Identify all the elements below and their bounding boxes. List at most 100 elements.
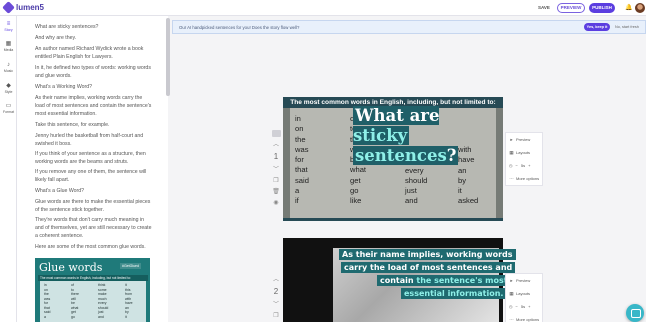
scene-word: go [350,186,359,196]
scene-preview-button[interactable]: ▸ Preview [506,274,542,287]
scene-select-checkbox[interactable] [271,130,281,137]
notice-text: Our AI handpicked sentences for you! Doe… [179,25,300,30]
layouts-icon: ▦ [509,290,514,296]
story-paragraph[interactable]: They're words that don't carry much mean… [35,216,153,241]
story-paragraph[interactable]: Take this sentence, for example. [35,121,153,129]
story-paragraph[interactable]: Glue words are there to make the essenti… [35,198,153,214]
scene-2-controls: ︿ 2 ﹀ ❐ [270,276,282,322]
headline-text: What are [355,106,440,125]
glue-word-column: think some make much every should just a… [98,283,108,319]
decrease-duration-icon[interactable]: − [516,304,518,309]
sidebar-item-label: Media [3,48,14,52]
scene-word: on [295,124,304,134]
lumen5-logo[interactable]: lumen5 [2,1,45,14]
story-paragraph[interactable]: Jenny hurled the basketball from half-co… [35,132,153,148]
move-up-icon[interactable]: ︿ [270,141,282,149]
duplicate-icon[interactable]: ❐ [270,177,282,185]
glue-word: make [98,292,107,296]
save-button[interactable]: SAVE [538,5,550,10]
preview-button[interactable]: PREVIEW [557,3,585,13]
scene-number: 2 [273,287,279,296]
scene-more-options-button[interactable]: ⋯ More options [506,313,542,322]
notification-bell-icon[interactable]: 🔔 [625,4,632,11]
glue-card-badge: #GetGlued [120,263,141,269]
move-down-icon[interactable]: ﹀ [270,166,282,174]
sidebar-item-format[interactable]: ▭ Format [0,103,17,114]
scene-duration-stepper[interactable]: ◷ − 5s + [506,159,542,172]
glue-word-column: of to there will be what get go [71,283,79,319]
music-icon: ♪ [7,62,10,68]
duration-value: 5s [520,304,526,309]
glue-word: go [71,314,75,319]
sidebar-item-story[interactable]: ≡ Story [0,21,17,32]
headline-highlight: sentences [355,146,447,165]
glue-word: have [125,301,133,305]
increase-duration-icon[interactable]: + [528,304,530,309]
scene-word: for [295,155,304,165]
move-down-icon[interactable]: ﹀ [270,301,282,309]
duration-value: 5s [520,163,526,168]
story-paragraph[interactable]: In it, he defined two types of words: wo… [35,64,153,80]
duplicate-icon[interactable]: ❐ [270,312,282,320]
decrease-duration-icon[interactable]: − [516,163,518,168]
chat-support-button[interactable] [626,304,644,322]
scene-layouts-button[interactable]: ▦ Layouts [506,287,542,300]
story-paragraph[interactable]: What are sticky sentences? [35,23,153,31]
scene-preview-button[interactable]: ▸ Preview [506,133,542,146]
story-paragraph[interactable]: If you remove any one of them, the sente… [35,168,153,184]
move-up-icon[interactable]: ︿ [270,276,282,284]
scene-word: asked [458,196,479,206]
scene-word: like [350,196,362,206]
scene-1-controls: ︿ 1 ﹀ ❐ 🗑 ◉ [270,130,282,210]
scene-word: get [350,175,361,185]
story-paragraph[interactable]: What's a Glue Word? [35,187,153,195]
publish-button[interactable]: PUBLISH [589,3,615,13]
keep-it-button[interactable]: Yes, keep it [584,23,610,31]
sidebar-item-label: Story [4,28,13,32]
sidebar-item-music[interactable]: ♪ Music [0,62,17,73]
sidebar-item-style[interactable]: ◆ Style [0,83,17,94]
scene-number: 1 [273,152,279,161]
increase-duration-icon[interactable]: + [528,163,530,168]
headline-highlight: sticky [353,126,408,145]
avatar[interactable] [635,3,645,13]
story-paragraph[interactable]: As their name implies, working words car… [35,94,153,119]
menu-label: More options [516,176,540,181]
sidebar-item-label: Style [4,90,13,94]
hide-scene-icon[interactable]: ◉ [270,199,282,207]
scene-word: it [458,186,462,196]
scene-duration-stepper[interactable]: ◷ − 5s + [506,300,542,313]
scene-more-options-button[interactable]: ⋯ More options [506,172,542,185]
scene-2-canvas[interactable]: As their name implies, working words car… [283,238,516,322]
sidebar-item-label: Format [2,110,15,114]
scene-layouts-button[interactable]: ▦ Layouts [506,146,542,159]
start-fresh-button[interactable]: No, start fresh [615,25,639,29]
glue-word-column: it this from with have an by it [125,283,133,319]
sidebar-item-label: Music [3,69,14,73]
menu-label: Preview [516,137,531,142]
menu-label: Preview [516,278,531,283]
story-paragraph[interactable]: Here are some of the most common glue wo… [35,243,153,251]
scene-word: a [295,186,300,196]
scene-1-footer-strip [283,218,503,221]
glue-word: said [44,310,51,314]
scene-1-canvas[interactable]: The most common words in English, includ… [283,97,503,221]
story-scrollbar[interactable] [166,18,170,96]
sidebar-item-media[interactable]: ▦ Media [0,41,17,52]
play-icon: ▸ [510,277,513,283]
scene-2-highlight: the sentence's most [416,276,508,285]
menu-label: Layouts [516,150,531,155]
app-name: lumen5 [16,3,45,12]
story-paragraph[interactable]: What's a Working Word? [35,83,153,91]
story-paragraph[interactable]: An author named Richard Wydick wrote a b… [35,45,153,61]
delete-icon[interactable]: 🗑 [270,188,282,196]
scene-2-text-line: carry the load of most sentences and [341,262,516,273]
glue-words-image[interactable]: Glue words #GetGlued The most common wor… [35,258,150,322]
scene-2-text-line: essential information. [401,288,507,299]
scene-1-headline[interactable]: What are sticky sentences? [353,106,491,166]
scene-2-text: contain [380,276,417,285]
story-paragraph[interactable]: If you think of your sentence as a struc… [35,150,153,166]
glue-word-column: in on the was for that said a [44,283,50,319]
story-paragraph[interactable]: And why are they. [35,34,153,42]
menu-label: More options [516,317,540,322]
